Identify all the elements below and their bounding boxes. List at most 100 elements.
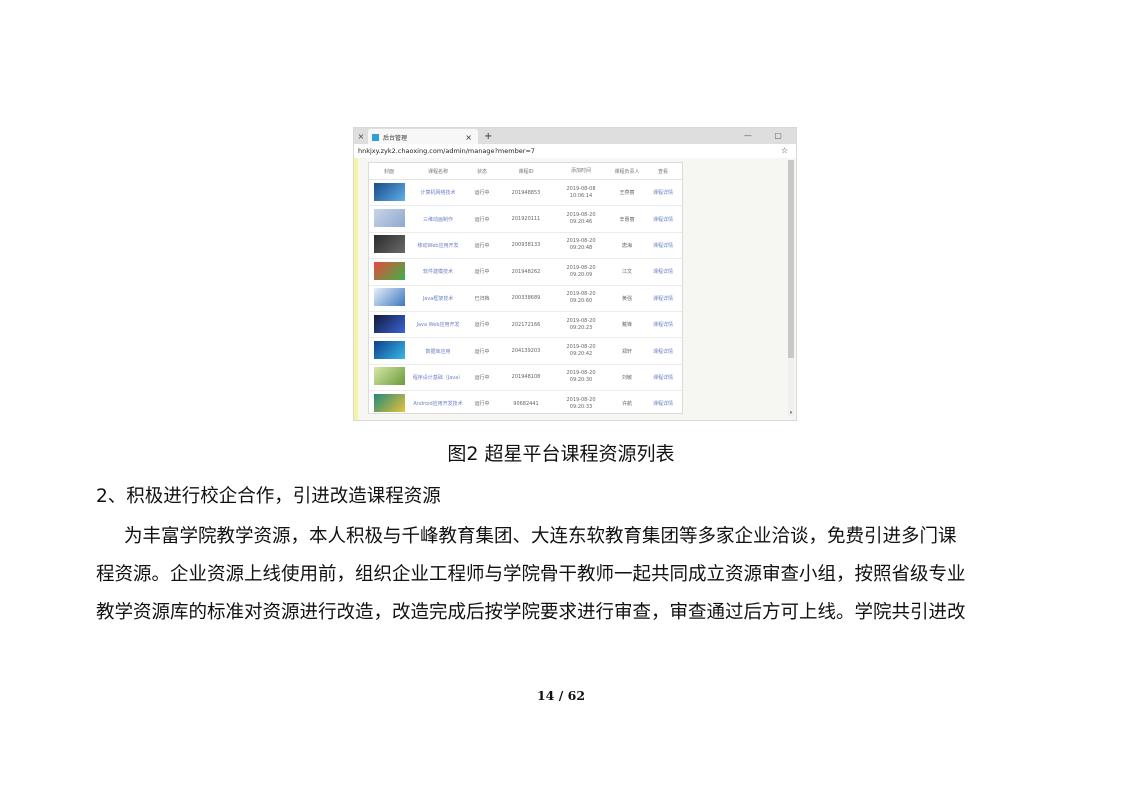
figure-caption: 图2 超星平台课程资源列表 (447, 443, 675, 465)
course-owner: 唐海 (621, 242, 632, 249)
course-cover (369, 341, 409, 361)
table-row: Java Web应用开发 运行中 202172166 2019-08-20 09:20:… (369, 312, 682, 339)
course-cover (369, 182, 409, 203)
paragraph-line: 为丰富学院教学资源，本人积极与千峰教育集团、大连东软教育集团等多家企业洽谈，免费… (124, 526, 957, 547)
course-added-time: 2019-08-20 09:20:42 (555, 344, 607, 358)
close-icon[interactable]: × (354, 132, 368, 141)
browser-tab[interactable]: 后台管理 × (368, 129, 478, 145)
course-added-time: 2019-08-08 10:06:14 (555, 186, 607, 200)
course-owner: 黄强 (621, 295, 632, 302)
course-cover (369, 261, 409, 282)
header-cover: 封面 (383, 168, 394, 175)
course-added-time: 2019-08-20 09:20:46 (555, 212, 607, 226)
course-name-link[interactable]: Android应用开发技术 (409, 400, 467, 407)
added-time: 09:20:42 (569, 351, 593, 358)
course-status: 运行中 (474, 374, 490, 381)
scroll-down-icon[interactable]: ▾ (788, 410, 794, 416)
scrollbar-thumb[interactable] (788, 160, 794, 358)
course-detail-link[interactable]: 课程详情 (647, 189, 679, 196)
tab-close-icon[interactable]: × (465, 133, 472, 142)
added-date: 2019-08-20 (566, 370, 596, 377)
course-name-link[interactable]: Java Web应用开发 (409, 321, 467, 328)
window-controls[interactable]: — ▢ (744, 131, 792, 140)
course-cover (369, 209, 409, 229)
course-detail-link[interactable]: 课程详情 (647, 348, 679, 355)
table-row: 计算机网络技术 运行中 201948853 2019-08-08 10:06:14 王燕丽… (369, 180, 682, 207)
page-number: 14 / 62 (536, 688, 586, 703)
body-paragraph: 为丰富学院教学资源，本人积极与千峰教育集团、大连东软教育集团等多家企业洽谈，免费… (96, 518, 1036, 632)
course-thumbnail (373, 261, 405, 280)
course-cover (369, 235, 409, 255)
screenshot-figure: × 后台管理 × + — ▢ hnkjxy.zyk2.chaoxing.com/… (354, 128, 796, 420)
course-name-link[interactable]: 程序设计基础（Java） (409, 374, 467, 381)
course-cover (369, 314, 409, 335)
table-row: 软件建模技术 运行中 201948262 2019-08-20 09:20:09 江文 课程… (369, 259, 682, 286)
course-thumbnail (373, 393, 405, 412)
side-strip (354, 158, 358, 420)
header-added: 添加时间 (570, 167, 591, 174)
table-row: 数据库应用 运行中 204139203 2019-08-20 09:20:42 郑轩 课程详… (369, 338, 682, 365)
course-added-time: 2019-08-20 09:20:23 (555, 318, 607, 332)
course-status: 已归档 (474, 295, 490, 302)
course-status: 运行中 (474, 322, 490, 329)
course-added-time: 2019-08-20 09:20:09 (555, 265, 607, 279)
url-text: hnkjxy.zyk2.chaoxing.com/admin/manage?me… (358, 147, 535, 155)
page-viewport: 封面 课程名称 状态 课程ID 添加时间 课程负责人 查看 计算机网络技术 运行中… (354, 158, 796, 420)
course-id: 201948108 (511, 374, 541, 381)
course-owner: 戴锋 (621, 322, 632, 329)
paragraph-line: 程资源。企业资源上线使用前，组织企业工程师与学院骨干教师一起共同成立资源审查小组… (96, 564, 966, 585)
course-status: 运行中 (474, 401, 490, 408)
added-time: 10:06:14 (569, 192, 593, 199)
added-date: 2019-08-20 (566, 238, 596, 245)
new-tab-icon[interactable]: + (484, 131, 492, 142)
header-status: 状态 (476, 168, 487, 175)
course-detail-link[interactable]: 课程详情 (647, 321, 679, 328)
course-owner: 刘敏 (621, 374, 632, 381)
course-status: 运行中 (474, 348, 490, 355)
course-detail-link[interactable]: 课程详情 (647, 295, 679, 302)
course-id: 90682441 (513, 400, 539, 407)
bookmark-star-icon[interactable]: ☆ (781, 146, 788, 155)
course-status: 运行中 (474, 242, 490, 249)
browser-tab-bar: × 后台管理 × + — ▢ (354, 128, 796, 145)
course-name-link[interactable]: 软件建模技术 (409, 268, 467, 275)
course-added-time: 2019-08-20 09:20:48 (555, 238, 607, 252)
added-date: 2019-08-20 (566, 317, 596, 324)
course-name-link[interactable]: 计算机网络技术 (409, 189, 467, 196)
course-thumbnail (373, 235, 405, 254)
added-time: 09:20:09 (569, 271, 593, 278)
paragraph-line: 教学资源库的标准对资源进行改造，改造完成后按学院要求进行审查，审查通过后方可上线… (96, 602, 966, 623)
scrollbar[interactable]: ▾ (788, 160, 794, 416)
course-thumbnail (373, 209, 405, 228)
table-row: Android应用开发技术 运行中 90682441 2019-08-20 09:20:… (369, 391, 682, 413)
added-date: 2019-08-20 (566, 291, 596, 298)
section-heading: 2、积极进行校企合作，引进改造课程资源 (96, 486, 441, 507)
course-added-time: 2019-08-20 09:20:33 (555, 397, 607, 411)
table-row: 移动Web应用开发 运行中 200938133 2019-08-20 09:20:48 唐… (369, 233, 682, 260)
course-added-time: 2019-08-20 09:20:30 (555, 370, 607, 384)
course-owner: 王燕丽 (619, 190, 635, 197)
course-name-link[interactable]: 三维动画制作 (409, 216, 467, 223)
course-id: 204139203 (511, 348, 541, 355)
course-id: 200938133 (511, 242, 541, 249)
course-detail-link[interactable]: 课程详情 (647, 216, 679, 223)
course-thumbnail (373, 182, 405, 201)
course-table: 封面 课程名称 状态 课程ID 添加时间 课程负责人 查看 计算机网络技术 运行中… (368, 162, 683, 414)
course-name-link[interactable]: 移动Web应用开发 (409, 242, 467, 249)
course-name-link[interactable]: Java框架技术 (409, 295, 467, 302)
table-row: 程序设计基础（Java） 运行中 201948108 2019-08-20 09:20:… (369, 365, 682, 392)
course-owner: 江文 (621, 269, 632, 276)
course-detail-link[interactable]: 课程详情 (647, 268, 679, 275)
course-id: 201948853 (511, 189, 541, 196)
course-detail-link[interactable]: 课程详情 (647, 374, 679, 381)
tab-title: 后台管理 (383, 134, 408, 142)
added-date: 2019-08-20 (566, 264, 596, 271)
course-name-link[interactable]: 数据库应用 (409, 348, 467, 355)
address-bar[interactable]: hnkjxy.zyk2.chaoxing.com/admin/manage?me… (354, 144, 796, 159)
course-detail-link[interactable]: 课程详情 (647, 242, 679, 249)
course-thumbnail (373, 288, 405, 307)
course-owner: 郑轩 (621, 348, 632, 355)
added-date: 2019-08-20 (566, 396, 596, 403)
added-date: 2019-08-08 (566, 185, 596, 192)
course-detail-link[interactable]: 课程详情 (647, 400, 679, 407)
